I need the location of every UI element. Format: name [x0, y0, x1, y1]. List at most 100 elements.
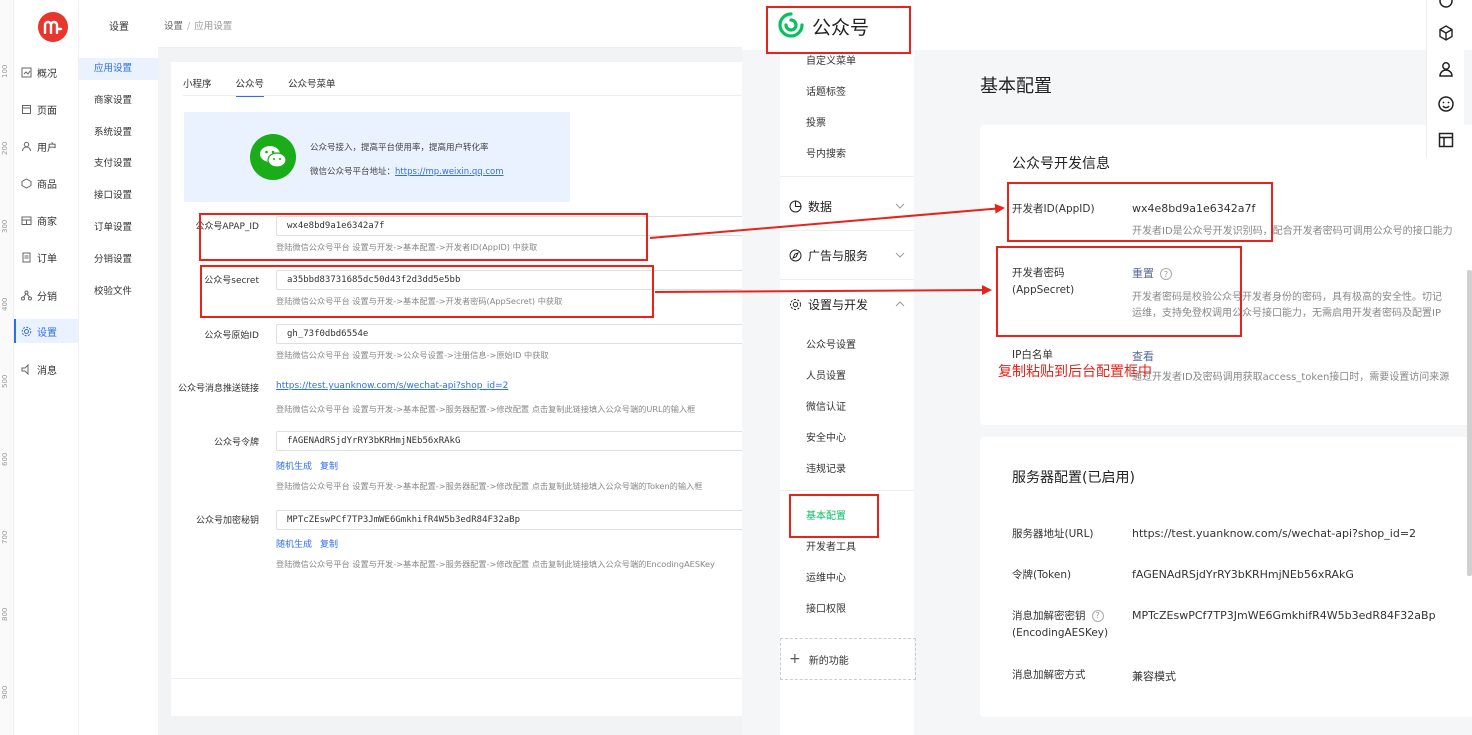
settings-icon: [20, 325, 32, 337]
mp-nav-api-permissions[interactable]: 接口权限: [806, 600, 846, 615]
smile-icon[interactable]: [1437, 95, 1455, 113]
tab-official-account[interactable]: 公众号: [235, 76, 265, 97]
token-random-button[interactable]: 随机生成: [276, 462, 312, 472]
aes-key-value: MPTcZEswPCf7TP3JmWE6GmkhifR4W5b3edR84F32…: [1132, 609, 1436, 622]
mp-nav-topic-tags[interactable]: 话题标签: [806, 83, 846, 98]
nav-item-page[interactable]: 页面: [14, 97, 78, 121]
mp-header: 公众号: [742, 0, 1472, 50]
help-icon[interactable]: ?: [1091, 610, 1104, 622]
sub-nav-system-settings[interactable]: 系统设置: [79, 122, 159, 144]
mp-nav-account-settings[interactable]: 公众号设置: [806, 336, 856, 351]
mp-title: 公众号: [812, 17, 870, 39]
ruler-mark: 100: [1, 64, 9, 78]
secret-reset-link[interactable]: 重置?: [1132, 265, 1172, 281]
sub-nav-verify-file[interactable]: 校验文件: [79, 281, 159, 303]
app-logo-icon[interactable]: [38, 12, 68, 42]
dev-info-title: 公众号开发信息: [1012, 156, 1110, 172]
aes-key-input[interactable]: MPTcZEswPCf7TP3JmWE6GmkhifR4W5b3edR84F32…: [276, 510, 742, 530]
secret-label: 开发者密码(AppSecret): [1012, 267, 1075, 296]
mp-nav-custom-menu[interactable]: 自定义菜单: [806, 52, 856, 67]
push-link-hint: 登陆微信公众号平台 设置与开发->基本配置->服务器配置->修改配置 点击复制此…: [276, 404, 696, 414]
aes-random-button[interactable]: 随机生成: [276, 540, 312, 550]
nav-divider: [780, 230, 914, 231]
tab-mini-program[interactable]: 小程序: [183, 76, 212, 97]
aes-key-actions: 随机生成 复制: [276, 537, 346, 550]
sub-sidebar-title: 设置: [109, 22, 129, 33]
cube-icon[interactable]: [1437, 24, 1455, 42]
mp-nav-wechat-verify[interactable]: 微信认证: [806, 398, 846, 413]
footer-divider: [171, 678, 742, 679]
page-icon: [20, 103, 32, 115]
mp-nav-search[interactable]: 号内搜索: [806, 145, 846, 160]
nav-item-overview[interactable]: 概况: [14, 60, 78, 84]
mp-nav-dev-tools[interactable]: 开发者工具: [806, 538, 856, 553]
vertical-ruler: 100 200 300 400 500 600 700 800 900: [0, 0, 14, 735]
mp-logo-icon: [778, 12, 804, 38]
main-sidebar: 概况 页面 用户 商品 商家 订单 分销 设置 消息: [14, 0, 78, 735]
nav-item-merchant[interactable]: 商家: [14, 208, 78, 232]
ad-icon: [788, 248, 802, 262]
sub-nav-merchant-settings[interactable]: 商家设置: [79, 90, 159, 112]
mp-nav-violation-records[interactable]: 违规记录: [806, 460, 846, 475]
mp-nav-group-ads[interactable]: 广告与服务: [780, 240, 914, 270]
sub-nav-payment-settings[interactable]: 支付设置: [79, 153, 159, 175]
tab-official-account-menu[interactable]: 公众号菜单: [288, 76, 336, 97]
mp-platform-link[interactable]: https://mp.weixin.qq.com: [395, 167, 504, 177]
mp-nav-vote[interactable]: 投票: [806, 114, 826, 129]
origin-id-input[interactable]: gh_73f0dbd6554e: [276, 324, 742, 344]
mp-nav-staff-settings[interactable]: 人员设置: [806, 367, 846, 382]
nav-divider: [780, 176, 914, 177]
nav-item-goods[interactable]: 商品: [14, 171, 78, 195]
sub-nav-api-settings[interactable]: 接口设置: [79, 185, 159, 207]
nav-item-message[interactable]: 消息: [14, 357, 78, 381]
new-function-button[interactable]: + 新的功能: [780, 638, 916, 680]
mp-nav-group-settings-dev[interactable]: 设置与开发: [780, 289, 914, 319]
ruler-mark: 900: [1, 685, 9, 699]
order-icon: [20, 251, 32, 263]
push-link-url[interactable]: https://test.yuanknow.com/s/wechat-api?s…: [276, 381, 508, 391]
chevron-down-icon: [895, 203, 905, 209]
token-input[interactable]: fAGENAdRSjdYrRY3bKRHmjNEb56xRAkG: [276, 431, 742, 451]
aes-copy-button[interactable]: 复制: [320, 540, 338, 550]
encrypt-mode-label: 消息加解密方式: [1012, 669, 1086, 681]
nav-item-order[interactable]: 订单: [14, 245, 78, 269]
annotation-note: 复制粘贴到后台配置框中: [998, 364, 1152, 380]
token-label: 公众号令牌: [213, 438, 259, 448]
user-icon[interactable]: [1437, 60, 1455, 78]
secret-label: 公众号secret: [204, 276, 259, 286]
target-icon[interactable]: [1437, 0, 1455, 10]
token-value: fAGENAdRSjdYrRY3bKRHmjNEb56xRAkG: [1132, 568, 1354, 581]
nav-item-distribution[interactable]: 分销: [14, 283, 78, 307]
ruler-mark: 400: [1, 297, 9, 311]
server-url-label: 服务器地址(URL): [1012, 528, 1094, 540]
mp-nav-security-center[interactable]: 安全中心: [806, 429, 846, 444]
ruler-mark: 300: [1, 219, 9, 233]
tab-divider: [183, 95, 742, 96]
breadcrumb: 设置 / 应用设置: [164, 18, 232, 32]
mp-nav-ops-center[interactable]: 运维中心: [806, 569, 846, 584]
nav-divider: [780, 279, 914, 280]
nav-item-settings[interactable]: 设置: [14, 319, 78, 343]
push-link-label: 公众号消息推送链接: [177, 384, 259, 394]
help-icon[interactable]: ?: [1160, 268, 1172, 280]
sub-nav-distribution-settings[interactable]: 分销设置: [79, 249, 159, 271]
secret-input[interactable]: a35bbd83731685dc50d43f2d3dd5e5bb: [276, 270, 742, 290]
appid-hint: 登陆微信公众号平台 设置与开发->基本配置->开发者ID(AppID) 中获取: [276, 242, 538, 252]
breadcrumb-separator: /: [187, 21, 191, 32]
sub-nav-order-settings[interactable]: 订单设置: [79, 217, 159, 239]
admin-app: 100 200 300 400 500 600 700 800 900 概况 页…: [0, 0, 742, 735]
layout-icon[interactable]: [1437, 131, 1455, 149]
token-copy-button[interactable]: 复制: [320, 462, 338, 472]
mp-nav-group-data[interactable]: 数据: [780, 191, 914, 221]
settings-content: 小程序 公众号 公众号菜单 公众号接入，提高平台使用率，提高用户转化率 微信公众…: [171, 62, 742, 716]
sub-nav-app-settings[interactable]: 应用设置: [79, 58, 159, 80]
origin-id-hint: 登陆微信公众号平台 设置与开发->公众号设置->注册信息->原始ID 中获取: [276, 350, 549, 360]
server-url-value: https://test.yuanknow.com/s/wechat-api?s…: [1132, 527, 1417, 540]
appid-input[interactable]: wx4e8bd9a1e6342a7f: [276, 216, 742, 236]
breadcrumb-root[interactable]: 设置: [164, 21, 183, 32]
mp-nav-basic-config[interactable]: 基本配置: [806, 507, 846, 522]
settings-tabs: 小程序 公众号 公众号菜单: [183, 76, 336, 97]
aes-key-label: 公众号加密秘钥: [195, 516, 259, 526]
nav-item-user[interactable]: 用户: [14, 134, 78, 158]
scrollbar[interactable]: [1467, 270, 1472, 576]
